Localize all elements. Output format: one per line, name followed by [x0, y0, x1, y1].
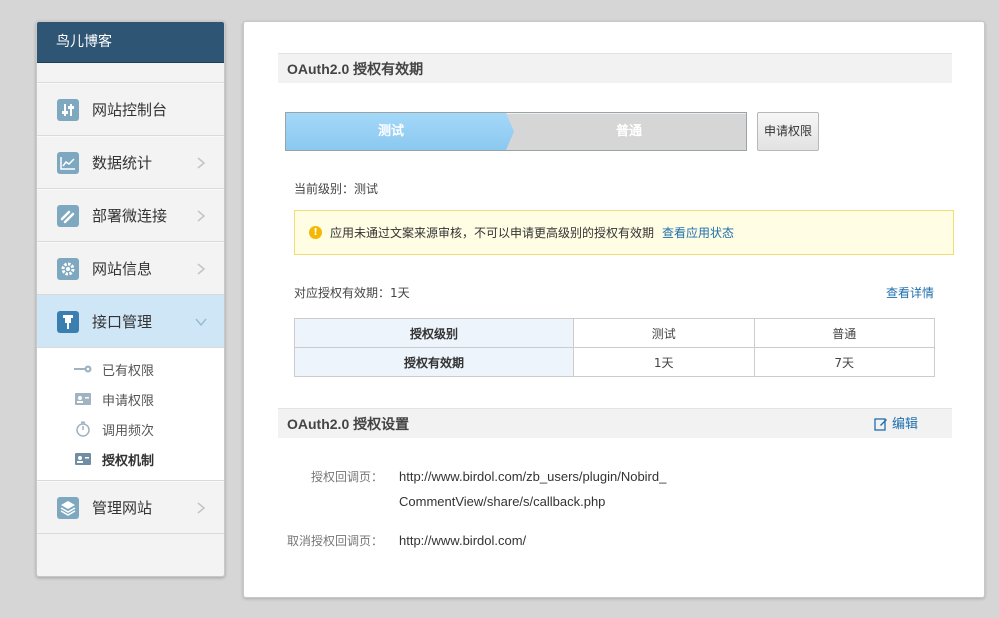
- submenu-item-apply-permissions[interactable]: 申请权限: [37, 384, 224, 414]
- submenu-label: 申请权限: [102, 393, 155, 409]
- sidebar-item-console[interactable]: 网站控制台: [37, 83, 224, 136]
- table-cell: 测试: [573, 318, 755, 348]
- edit-button[interactable]: 编辑: [874, 409, 918, 439]
- cancel-callback-label: 取消授权回调页：: [286, 534, 383, 548]
- sidebar-spacer: [37, 63, 224, 83]
- callback-url: http://www.birdol.com/zb_users/plugin/No…: [399, 469, 667, 509]
- sidebar-item-label: 网站控制台: [92, 101, 168, 119]
- chart-icon: [57, 151, 79, 174]
- sidebar: 鸟儿博客 网站控制台 数据统计 部署微连接 网站信息 接口管理 已有权限 申请权…: [36, 21, 225, 577]
- chevron-down-icon: [195, 318, 207, 327]
- api-submenu: 已有权限 申请权限 调用频次 授权机制: [37, 348, 224, 481]
- key-icon: [74, 362, 92, 376]
- id-card-icon: [74, 452, 92, 466]
- edit-icon: [874, 418, 887, 431]
- sidebar-item-label: 数据统计: [92, 154, 153, 172]
- sidebar-item-deploy-link[interactable]: 部署微连接: [37, 189, 224, 242]
- sidebar-item-label: 部署微连接: [92, 207, 168, 225]
- validity-table: 授权级别 测试 普通 授权有效期 1天 7天: [294, 318, 935, 377]
- sidebar-item-statistics[interactable]: 数据统计: [37, 136, 224, 189]
- main-panel: OAuth2.0 授权有效期 测试 普通 申请权限 当前级别：测试 ! 应用未通…: [243, 21, 985, 598]
- chevron-right-icon: [197, 502, 206, 514]
- table-row: 授权有效期 1天 7天: [294, 347, 935, 377]
- sidebar-item-api-management[interactable]: 接口管理: [37, 295, 224, 348]
- plug-icon: [57, 310, 79, 333]
- view-app-status-link[interactable]: 查看应用状态: [662, 224, 734, 241]
- table-cell: 1天: [573, 347, 755, 377]
- layers-icon: [57, 496, 79, 519]
- id-card-icon: [74, 392, 92, 406]
- section-oauth-settings: OAuth2.0 授权设置 编辑: [278, 408, 952, 438]
- warning-icon: !: [309, 226, 322, 239]
- callback-label: 授权回调页：: [310, 470, 383, 484]
- section-title-oauth-settings: OAuth2.0 授权设置: [287, 416, 410, 432]
- section-title-oauth-period: OAuth2.0 授权有效期: [278, 53, 952, 83]
- submenu-item-call-frequency[interactable]: 调用频次: [37, 414, 224, 444]
- level-label-normal: 普通: [615, 124, 642, 139]
- sidebar-item-label: 接口管理: [92, 313, 153, 331]
- chevron-right-icon: [197, 210, 206, 222]
- submenu-item-auth-mechanism[interactable]: 授权机制: [37, 444, 224, 474]
- chevron-right-icon: [197, 263, 206, 275]
- current-level-text: 当前级别：测试: [294, 182, 379, 196]
- sidebar-item-manage-site[interactable]: 管理网站: [37, 481, 224, 534]
- sidebar-item-site-info[interactable]: 网站信息: [37, 242, 224, 295]
- submenu-label: 授权机制: [102, 453, 155, 469]
- notice-box: ! 应用未通过文案来源审核，不可以申请更高级别的授权有效期 查看应用状态: [294, 210, 954, 255]
- sidebar-item-label: 管理网站: [92, 499, 153, 517]
- sidebar-item-label: 网站信息: [92, 260, 153, 278]
- view-details-link[interactable]: 查看详情: [886, 284, 934, 301]
- chevron-right-icon: [197, 157, 206, 169]
- table-cell: 7天: [753, 347, 935, 377]
- level-label-test: 测试: [377, 124, 404, 139]
- submenu-label: 调用频次: [102, 423, 155, 439]
- table-cell: 普通: [753, 318, 935, 348]
- site-name[interactable]: 鸟儿博客: [37, 22, 224, 63]
- validity-text: 对应授权有效期：1天: [294, 286, 410, 300]
- stopwatch-icon: [74, 421, 92, 437]
- link-icon: [57, 204, 79, 227]
- apply-permission-button[interactable]: 申请权限: [757, 112, 819, 151]
- sliders-icon: [57, 98, 79, 121]
- table-row-header: 授权有效期: [294, 347, 574, 377]
- notice-text: 应用未通过文案来源审核，不可以申请更高级别的授权有效期: [330, 226, 655, 240]
- cancel-callback-url: http://www.birdol.com/: [399, 533, 527, 548]
- submenu-item-existing-permissions[interactable]: 已有权限: [37, 354, 224, 384]
- table-row: 授权级别 测试 普通: [294, 318, 935, 348]
- gear-icon: [57, 257, 79, 280]
- edit-label: 编辑: [891, 416, 918, 431]
- level-progress-bar: 测试 普通: [285, 112, 747, 151]
- submenu-label: 已有权限: [102, 363, 155, 379]
- table-row-header: 授权级别: [294, 318, 574, 348]
